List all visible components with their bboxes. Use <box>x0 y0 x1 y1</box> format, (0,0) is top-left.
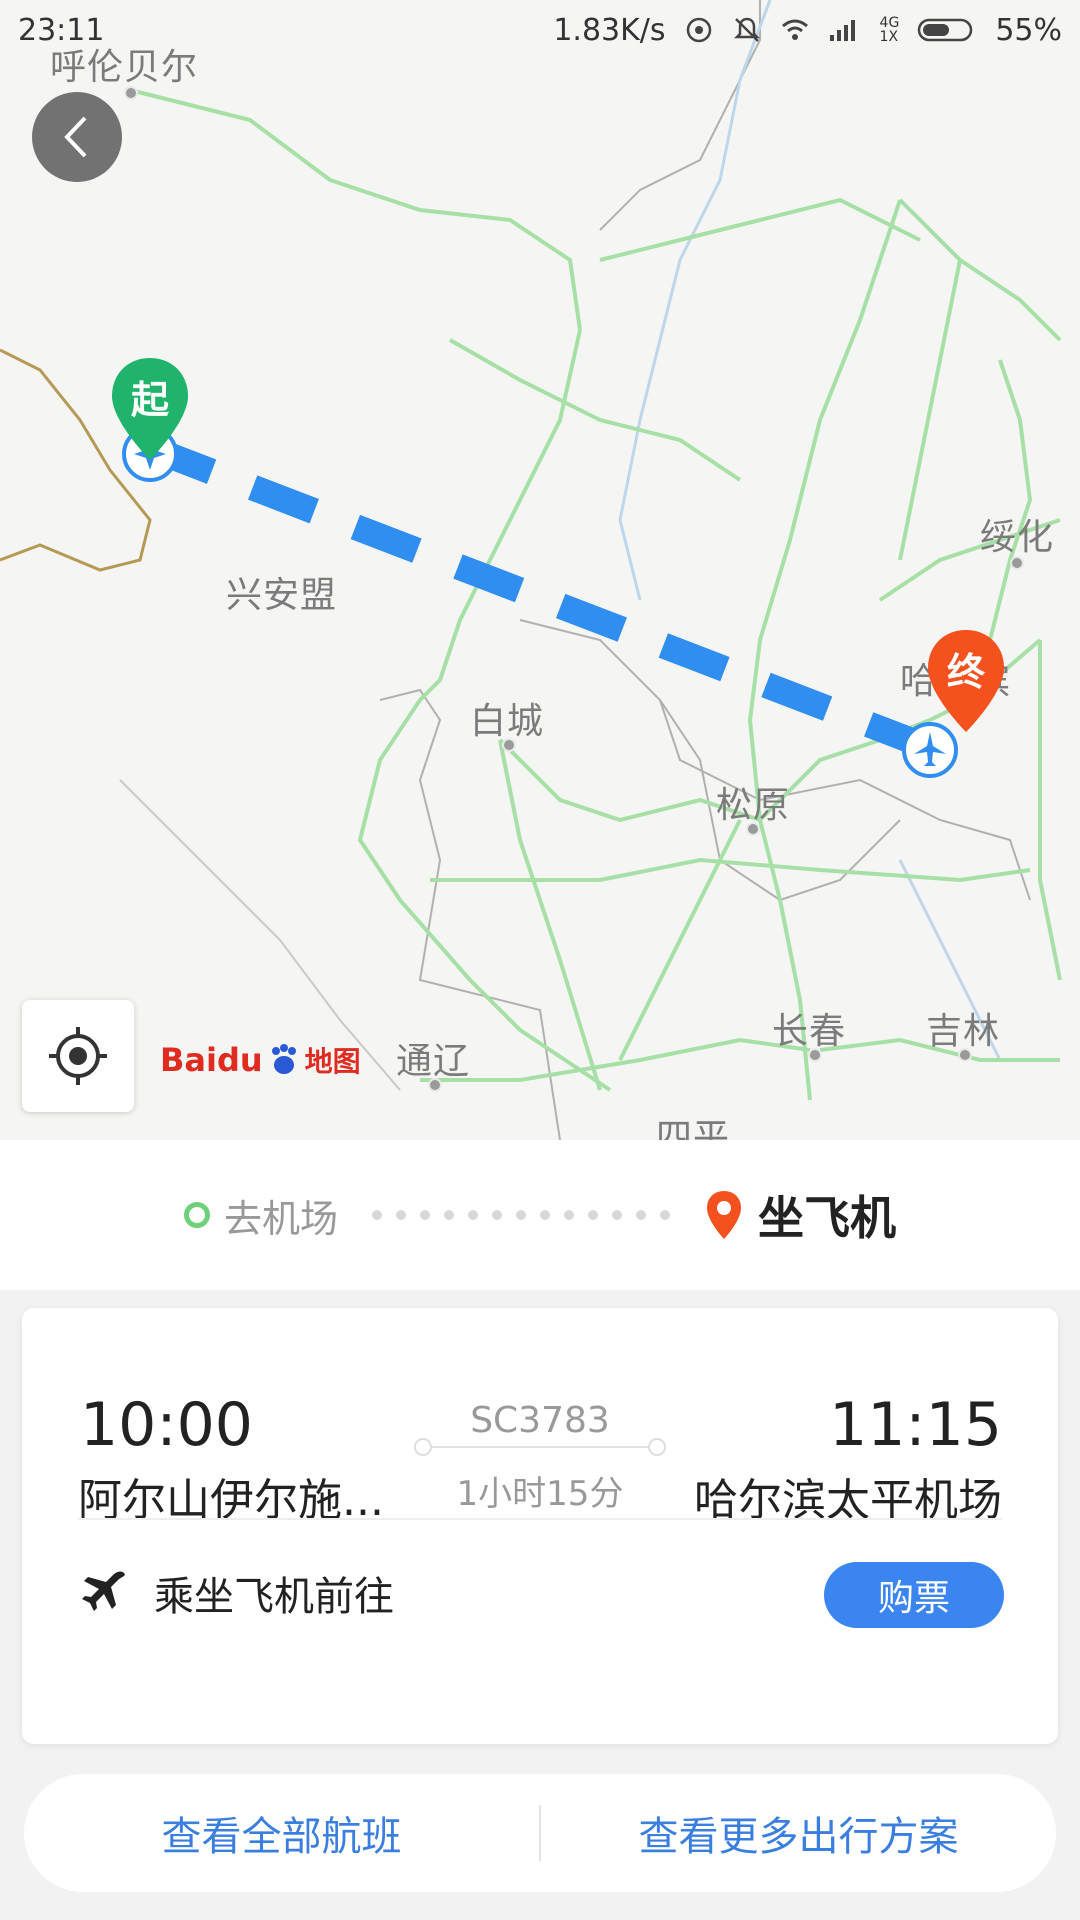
flight-duration-line <box>414 1438 666 1456</box>
network-type-top: 4G <box>879 15 900 31</box>
flight-number: SC3783 <box>470 1400 610 1441</box>
step-to-airport[interactable]: 去机场 <box>183 1188 338 1243</box>
paw-icon <box>271 1044 296 1074</box>
airplane-icon <box>82 1571 125 1611</box>
plane-text: 乘坐飞机前往 <box>154 1574 394 1620</box>
signal-icon <box>829 20 855 41</box>
start-pin-label: 起 <box>130 377 169 422</box>
location-pin-icon <box>707 1191 741 1239</box>
wifi-icon <box>781 19 808 40</box>
step-take-plane[interactable]: 坐飞机 <box>704 1182 896 1248</box>
buy-ticket-button[interactable]: 购票 <box>824 1562 1004 1628</box>
chevron-left-icon <box>64 116 87 158</box>
end-pin-label: 终 <box>946 649 985 694</box>
card-divider <box>78 1518 1002 1520</box>
back-button[interactable] <box>32 92 122 182</box>
route-progress: 去机场 坐飞机 <box>0 1140 1080 1290</box>
end-pin[interactable]: 终 <box>924 628 1004 732</box>
hotspot-icon <box>686 17 711 43</box>
status-bar: 23:11 1.83K/s 4G 1X 55% <box>0 0 1080 60</box>
view-all-flights-button[interactable]: 查看全部航班 <box>24 1804 539 1862</box>
baidu-map-logo: Baidu 地图 <box>160 1040 361 1080</box>
locate-button[interactable] <box>22 1000 134 1112</box>
more-travel-plans-button[interactable]: 查看更多出行方案 <box>541 1804 1056 1862</box>
progress-dots <box>362 1210 680 1220</box>
flight-route <box>145 435 935 761</box>
status-time: 23:11 <box>18 12 105 48</box>
mute-bell-icon <box>733 17 760 42</box>
green-ring-icon <box>183 1202 210 1228</box>
network-type: 4G 1X <box>880 16 900 44</box>
bottom-action-bar: 查看全部航班 查看更多出行方案 <box>24 1774 1056 1892</box>
step-to-airport-label: 去机场 <box>223 1196 338 1241</box>
baidu-logo-text: Baidu <box>160 1041 263 1079</box>
network-speed: 1.83K/s <box>553 12 666 48</box>
baidu-logo-map-word: 地图 <box>304 1045 361 1078</box>
battery-percent: 55% <box>995 12 1062 48</box>
locate-icon <box>49 1027 107 1085</box>
step-take-plane-label: 坐飞机 <box>758 1191 896 1245</box>
map-view[interactable]: 呼伦贝尔 兴安盟 绥化 哈尔滨 白城 松原 通辽 长春 吉林 四平 起 终 <box>0 0 1080 1140</box>
battery-icon <box>918 18 973 42</box>
network-type-bottom: 1X <box>879 29 899 45</box>
plane-row: 乘坐飞机前往 <box>78 1564 394 1622</box>
flight-card[interactable]: 10:00 11:15 SC3783 1小时15分 阿尔山伊尔施... 哈尔滨太… <box>22 1308 1058 1744</box>
start-pin[interactable]: 起 <box>108 356 188 460</box>
